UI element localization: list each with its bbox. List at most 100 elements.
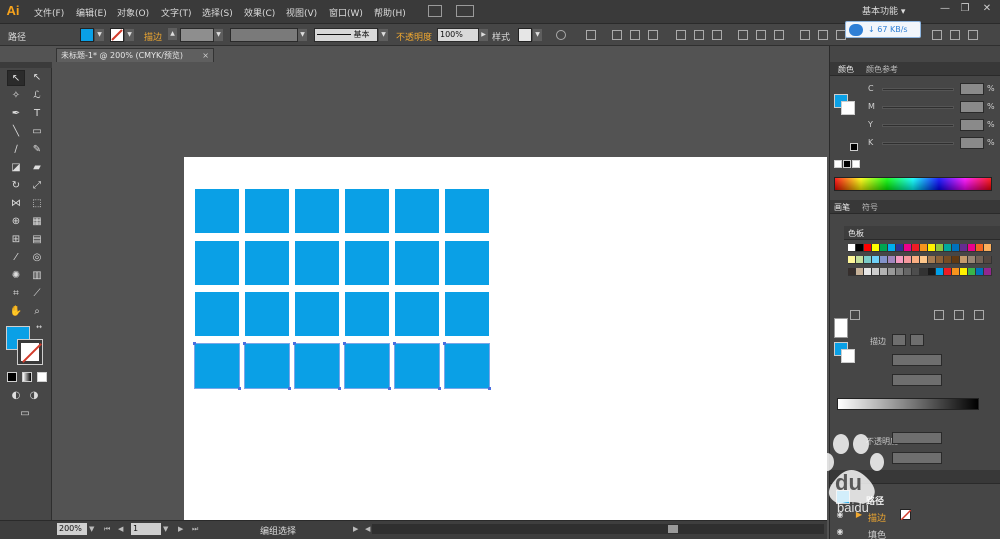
distribute-bottom-icon[interactable] bbox=[774, 30, 784, 40]
rectangle-tool-icon[interactable]: ▭ bbox=[28, 124, 46, 140]
arrange-documents-icon[interactable] bbox=[456, 5, 474, 17]
color-swatch[interactable] bbox=[904, 244, 912, 252]
menu-view[interactable]: 视图(V) bbox=[286, 6, 317, 19]
eraser-tool-icon[interactable]: ▰ bbox=[28, 160, 46, 176]
color-swatch[interactable] bbox=[944, 256, 952, 264]
color-swatch[interactable] bbox=[960, 268, 968, 276]
stroke-label[interactable]: 描边 bbox=[144, 30, 162, 43]
color-swatch[interactable] bbox=[968, 244, 976, 252]
column-graph-tool-icon[interactable]: ▥ bbox=[28, 268, 46, 284]
color-spectrum[interactable] bbox=[834, 177, 992, 191]
color-swatch[interactable] bbox=[936, 256, 944, 264]
blue-square[interactable] bbox=[195, 292, 239, 336]
angle-field[interactable] bbox=[892, 354, 942, 366]
free-transform-tool-icon[interactable]: ⬚ bbox=[28, 196, 46, 212]
black-swatch[interactable] bbox=[843, 160, 851, 168]
rotate-tool-icon[interactable]: ↻ bbox=[7, 178, 25, 194]
draw-inside-icon[interactable]: ◑ bbox=[25, 388, 43, 404]
blue-square[interactable] bbox=[195, 189, 239, 233]
delete-swatch-icon[interactable] bbox=[974, 310, 984, 320]
tab-brushes[interactable]: 画笔 bbox=[834, 202, 850, 213]
panel-stroke-swatch[interactable] bbox=[841, 101, 855, 115]
blue-square[interactable] bbox=[243, 341, 291, 390]
menu-object[interactable]: 对象(O) bbox=[117, 6, 149, 19]
blue-square[interactable] bbox=[293, 341, 341, 390]
color-swatch[interactable] bbox=[872, 256, 880, 264]
gradient-stroke-swatch[interactable] bbox=[841, 349, 855, 363]
channel-c-slider[interactable] bbox=[882, 88, 954, 91]
transform-icon[interactable] bbox=[932, 30, 942, 40]
channel-k-slider[interactable] bbox=[882, 142, 954, 145]
stroke-join-icon[interactable] bbox=[910, 334, 924, 346]
distribute-middle-icon[interactable] bbox=[756, 30, 766, 40]
blend-tool-icon[interactable]: ◎ bbox=[28, 250, 46, 266]
stroke-swatch[interactable] bbox=[110, 28, 124, 42]
zoom-tool-icon[interactable]: ⌕ bbox=[28, 304, 46, 320]
panel-menu-icon[interactable] bbox=[968, 30, 978, 40]
scrollbar-thumb[interactable] bbox=[668, 525, 678, 533]
swap-fill-stroke-icon[interactable]: ↔ bbox=[34, 322, 44, 332]
tab-symbols[interactable]: 符号 bbox=[862, 202, 878, 213]
chevron-down-icon[interactable]: ▼ bbox=[214, 29, 223, 41]
menu-effect[interactable]: 效果(C) bbox=[244, 6, 275, 19]
chevron-down-icon[interactable]: ▼ bbox=[89, 524, 97, 534]
menu-help[interactable]: 帮助(H) bbox=[374, 6, 406, 19]
color-swatch[interactable] bbox=[944, 244, 952, 252]
blue-square[interactable] bbox=[445, 240, 489, 285]
next-artboard-icon[interactable]: ▶ bbox=[178, 524, 186, 534]
hand-tool-icon[interactable]: ✋ bbox=[7, 304, 25, 320]
slice-tool-icon[interactable]: ⟋ bbox=[28, 286, 46, 302]
none-swatch[interactable] bbox=[834, 160, 842, 168]
white-swatch[interactable] bbox=[852, 160, 860, 168]
isolate-group-icon[interactable] bbox=[950, 30, 960, 40]
blue-square[interactable] bbox=[445, 189, 489, 233]
color-swatch[interactable] bbox=[872, 268, 880, 276]
pen-tool-icon[interactable]: ✒ bbox=[7, 106, 25, 122]
color-swatch[interactable] bbox=[976, 268, 984, 276]
last-artboard-icon[interactable]: ⏭ bbox=[192, 524, 200, 534]
panel-grip[interactable] bbox=[0, 62, 52, 68]
layer-fill-row[interactable]: 填色 bbox=[868, 528, 886, 539]
color-swatch[interactable] bbox=[984, 256, 992, 264]
blue-square[interactable] bbox=[345, 292, 389, 336]
color-swatch[interactable] bbox=[880, 256, 888, 264]
width-tool-icon[interactable]: ⋈ bbox=[7, 196, 25, 212]
color-swatch[interactable] bbox=[976, 244, 984, 252]
color-swatch[interactable] bbox=[920, 256, 928, 264]
close-icon[interactable]: × bbox=[202, 49, 209, 62]
color-swatch[interactable] bbox=[888, 244, 896, 252]
brush-definition[interactable]: 基本 bbox=[314, 28, 378, 42]
color-swatch[interactable] bbox=[936, 268, 944, 276]
blue-square[interactable] bbox=[245, 189, 289, 233]
color-swatch[interactable] bbox=[848, 244, 856, 252]
artboard-number-field[interactable]: 1 bbox=[131, 523, 161, 535]
recolor-artwork-icon[interactable] bbox=[556, 30, 566, 40]
color-swatch[interactable] bbox=[864, 244, 872, 252]
aspect-field[interactable] bbox=[892, 374, 942, 386]
blue-square[interactable] bbox=[395, 240, 439, 285]
bridge-icon[interactable] bbox=[428, 5, 442, 17]
channel-y-field[interactable] bbox=[960, 119, 984, 131]
color-swatch[interactable] bbox=[976, 256, 984, 264]
symbol-sprayer-tool-icon[interactable]: ✺ bbox=[7, 268, 25, 284]
blue-square[interactable] bbox=[395, 292, 439, 336]
stroke-weight-field[interactable] bbox=[180, 28, 214, 42]
stroke-cap-icon[interactable] bbox=[892, 334, 906, 346]
color-swatch[interactable] bbox=[920, 244, 928, 252]
color-swatch[interactable] bbox=[928, 244, 936, 252]
distribute-top-icon[interactable] bbox=[738, 30, 748, 40]
pencil-tool-icon[interactable]: ✎ bbox=[28, 142, 46, 158]
eyedropper-tool-icon[interactable]: ⁄ bbox=[7, 250, 25, 266]
chevron-down-icon[interactable]: ▼ bbox=[533, 29, 542, 41]
color-swatch[interactable] bbox=[952, 268, 960, 276]
new-color-group-icon[interactable] bbox=[934, 310, 944, 320]
color-swatch[interactable] bbox=[952, 256, 960, 264]
color-swatch[interactable] bbox=[984, 244, 992, 252]
color-swatch[interactable] bbox=[968, 256, 976, 264]
color-mode-icon[interactable] bbox=[7, 372, 17, 382]
shape-builder-tool-icon[interactable]: ⊕ bbox=[7, 214, 25, 230]
blob-brush-tool-icon[interactable]: ◪ bbox=[7, 160, 25, 176]
restore-icon[interactable]: ❐ bbox=[956, 2, 974, 16]
color-swatch[interactable] bbox=[928, 268, 936, 276]
channel-c-field[interactable] bbox=[960, 83, 984, 95]
